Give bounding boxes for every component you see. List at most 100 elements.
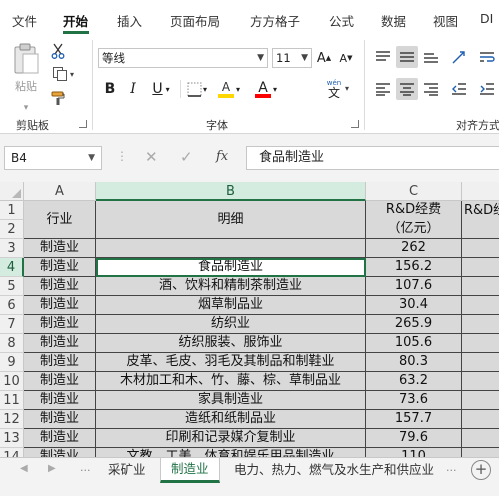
cell-industry[interactable]: 制造业 <box>24 391 96 410</box>
wrap-text-button[interactable] <box>476 46 498 68</box>
tab-developer[interactable]: DI <box>480 11 493 26</box>
cell-rd-value[interactable]: 107.6 <box>366 277 462 296</box>
sheet-tab-manufacturing[interactable]: 制造业 <box>160 458 220 483</box>
cell-industry[interactable]: 制造业 <box>24 296 96 315</box>
tab-data[interactable]: 数据 <box>381 11 406 30</box>
cell-detail[interactable]: 纺织服装、服饰业 <box>96 334 366 353</box>
more-sheets-left-icon[interactable]: ... <box>80 461 91 474</box>
cell-detail[interactable]: 酒、饮料和精制茶制造业 <box>96 277 366 296</box>
row-header-11[interactable]: 11 <box>0 391 24 410</box>
header-cell-rd-unit[interactable]: （亿元） <box>366 220 462 239</box>
header-cell-rd-extra[interactable]: R&D经 <box>462 201 499 239</box>
phonetic-chevron-icon[interactable]: ▾ <box>345 84 349 93</box>
cell-industry[interactable]: 制造业 <box>24 334 96 353</box>
header-cell-industry[interactable]: 行业 <box>24 201 96 239</box>
cell-extra[interactable] <box>462 334 499 353</box>
cell-rd-value[interactable]: 63.2 <box>366 372 462 391</box>
cell-industry[interactable]: 制造业 <box>24 410 96 429</box>
drag-handle-icon[interactable]: ⋮ <box>116 149 128 163</box>
fill-color-button[interactable]: A ▾ <box>214 78 244 100</box>
row-header-12[interactable]: 12 <box>0 410 24 429</box>
column-header-b[interactable]: B <box>96 182 366 201</box>
cell-rd-value[interactable]: 157.7 <box>366 410 462 429</box>
cell-detail[interactable]: 烟草制品业 <box>96 296 366 315</box>
cell-detail[interactable]: 造纸和纸制品业 <box>96 410 366 429</box>
shrink-font-button[interactable]: A ▼ <box>336 47 356 69</box>
cell-detail[interactable]: 文教、工美、体育和娱乐用品制造业 <box>96 448 366 457</box>
cell-rd-value[interactable]: 110 <box>366 448 462 457</box>
tab-home[interactable]: 开始 <box>63 11 88 30</box>
cell-extra[interactable] <box>462 315 499 334</box>
clipboard-dialog-launcher-icon[interactable] <box>79 120 87 128</box>
cell-rd-value[interactable]: 105.6 <box>366 334 462 353</box>
align-middle-button[interactable] <box>396 46 418 68</box>
decrease-indent-button[interactable] <box>448 78 470 100</box>
tab-formulas[interactable]: 公式 <box>329 11 354 30</box>
format-painter-button[interactable] <box>48 88 68 108</box>
italic-button[interactable]: I <box>123 78 143 100</box>
more-sheets-right-icon[interactable]: ... <box>446 461 457 474</box>
formula-input[interactable]: 食品制造业 <box>246 146 499 170</box>
row-header-2[interactable]: 2 <box>0 220 24 239</box>
row-header-5[interactable]: 5 <box>0 277 24 296</box>
row-header-3[interactable]: 3 <box>0 239 24 258</box>
cell-extra[interactable] <box>462 372 499 391</box>
increase-indent-button[interactable] <box>476 78 498 100</box>
column-header-a[interactable]: A <box>24 182 96 201</box>
cancel-entry-icon[interactable]: ✕ <box>145 148 158 166</box>
cell-detail[interactable] <box>96 239 366 258</box>
select-all-button[interactable] <box>0 182 24 201</box>
cell-extra[interactable] <box>462 353 499 372</box>
cell-industry[interactable]: 制造业 <box>24 239 96 258</box>
confirm-entry-icon[interactable]: ✓ <box>180 148 193 166</box>
cell-industry[interactable]: 制造业 <box>24 277 96 296</box>
cell-extra[interactable] <box>462 239 499 258</box>
cell-extra[interactable] <box>462 391 499 410</box>
tab-file[interactable]: 文件 <box>12 11 37 30</box>
cell-rd-value[interactable]: 265.9 <box>366 315 462 334</box>
row-header-13[interactable]: 13 <box>0 429 24 448</box>
cell-extra[interactable] <box>462 258 499 277</box>
name-box[interactable]: B4 ▼ <box>4 146 102 170</box>
cell-industry[interactable]: 制造业 <box>24 429 96 448</box>
tab-view[interactable]: 视图 <box>433 11 458 30</box>
cell-detail[interactable]: 纺织业 <box>96 315 366 334</box>
font-name-select[interactable]: 等线 ▼ <box>98 48 268 68</box>
cell-rd-value[interactable]: 73.6 <box>366 391 462 410</box>
cell-extra[interactable] <box>462 410 499 429</box>
row-header-7[interactable]: 7 <box>0 315 24 334</box>
cell-rd-value[interactable]: 262 <box>366 239 462 258</box>
cell-rd-value[interactable]: 156.2 <box>366 258 462 277</box>
cell-extra[interactable] <box>462 296 499 315</box>
cell-detail[interactable]: 家具制造业 <box>96 391 366 410</box>
row-header-4[interactable]: 4 <box>0 258 24 277</box>
cell-industry[interactable]: 制造业 <box>24 353 96 372</box>
header-cell-rd-title[interactable]: R&D经费 <box>366 201 462 220</box>
cell-industry[interactable]: 制造业 <box>24 315 96 334</box>
cell-detail[interactable]: 木材加工和木、竹、藤、棕、草制品业 <box>96 372 366 391</box>
sheet-tab-utilities[interactable]: 电力、热力、燃气及水生产和供应业 <box>224 458 444 483</box>
borders-button[interactable]: ▾ <box>184 78 210 100</box>
cell-industry[interactable]: 制造业 <box>24 448 96 457</box>
next-sheet-icon[interactable]: ▶ <box>48 463 56 474</box>
row-header-6[interactable]: 6 <box>0 296 24 315</box>
cell-extra[interactable] <box>462 448 499 457</box>
align-right-button[interactable] <box>420 78 442 100</box>
tab-insert[interactable]: 插入 <box>117 11 142 30</box>
row-header-14[interactable]: 14 <box>0 448 24 457</box>
align-left-button[interactable] <box>372 78 394 100</box>
paste-dropdown-chevron-icon[interactable]: ▾ <box>16 103 36 113</box>
insert-function-icon[interactable]: fx <box>216 149 228 164</box>
cell-rd-value[interactable]: 79.6 <box>366 429 462 448</box>
tab-page-layout[interactable]: 页面布局 <box>170 11 220 30</box>
align-top-button[interactable] <box>372 46 394 68</box>
column-header-d[interactable] <box>462 182 499 201</box>
cut-button[interactable] <box>48 41 68 61</box>
tab-fangfanggezi[interactable]: 方方格子 <box>250 11 300 30</box>
grow-font-button[interactable]: A ▲ <box>314 47 334 69</box>
selected-cell-b4[interactable]: 食品制造业 <box>96 258 366 277</box>
cell-extra[interactable] <box>462 429 499 448</box>
paste-button[interactable]: 粘贴 <box>8 42 44 100</box>
cell-detail[interactable]: 印刷和记录媒介复制业 <box>96 429 366 448</box>
font-color-button[interactable]: A ▾ <box>250 78 282 100</box>
